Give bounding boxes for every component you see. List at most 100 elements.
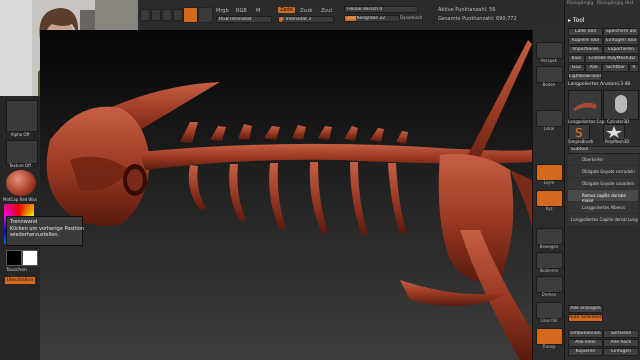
m-toggle[interactable]: M xyxy=(256,8,260,14)
zadd-toggle[interactable]: Zadd xyxy=(278,7,295,13)
focal-shift-slider[interactable]: Fokale Versch 0 xyxy=(344,6,418,13)
shelf-label: Bewegen xyxy=(539,244,559,249)
primary-color-swatch[interactable] xyxy=(6,250,22,266)
simplebrush-thumbnail[interactable]: S xyxy=(568,124,590,140)
texture-thumbnail[interactable] xyxy=(6,140,38,164)
material-sphere-icon[interactable] xyxy=(6,170,36,196)
brush-icon[interactable] xyxy=(183,7,198,23)
shelf-label: Linie füll xyxy=(540,318,558,323)
draw-button[interactable] xyxy=(151,9,161,21)
swap-colors-label[interactable]: Tauschen xyxy=(6,268,27,273)
texture-label: Texture Off xyxy=(9,163,31,168)
shelf-label: Boden xyxy=(542,82,556,87)
transp-button[interactable] xyxy=(536,328,563,345)
edit-button[interactable] xyxy=(140,9,150,21)
simplebrush-icon: S xyxy=(575,126,583,140)
undo-history-label[interactable]: Rückgängig Hist xyxy=(597,1,633,6)
dynamic-toggle[interactable]: Dynamisch xyxy=(400,15,422,20)
polyframe-button[interactable] xyxy=(536,302,563,319)
floor-button[interactable] xyxy=(536,66,563,83)
subtool-row[interactable]: Oberkiefer xyxy=(568,154,638,165)
move-button[interactable] xyxy=(162,9,172,21)
tool-thumbnail[interactable] xyxy=(568,90,602,120)
mrgb-toggle[interactable]: Mrgb xyxy=(216,8,229,14)
import-button[interactable]: Importieren xyxy=(568,46,603,54)
make-polymesh-button[interactable]: Erstelle PolyMesh3D xyxy=(585,55,639,63)
polymesh-thumbnail[interactable] xyxy=(603,124,625,140)
xyz-button[interactable] xyxy=(536,190,563,207)
load-tool-button[interactable]: Lade Tool xyxy=(568,28,603,36)
shelf-label: Lokal xyxy=(543,126,555,131)
rgb-intensity-slider[interactable]: RGB Intensität xyxy=(216,16,272,23)
scale-view-button[interactable] xyxy=(536,252,563,269)
copy-button[interactable]: Kopieren xyxy=(568,348,603,356)
paste-button[interactable]: Einfügen xyxy=(603,348,639,356)
stroke-icon[interactable] xyxy=(198,7,213,23)
save-as-button[interactable]: Speichern als xyxy=(603,28,639,36)
scale-button[interactable] xyxy=(173,9,183,21)
tool-palette: Rückgängig Rückgängig Hist ▸ Tool Lade T… xyxy=(564,0,640,360)
zsub-toggle[interactable]: Zsub xyxy=(300,8,312,14)
paste-tool-button[interactable]: Einfügen Tool xyxy=(603,37,639,45)
active-points-readout: Aktive Punktanzahl: 56 xyxy=(438,7,496,13)
all-low-button[interactable]: Alle klein xyxy=(568,339,603,347)
draw-size-slider[interactable]: Zeichengröße 22 xyxy=(344,15,400,22)
visible-button[interactable]: Sichtbar xyxy=(602,64,629,72)
thumb-label: PolyMesh3D xyxy=(605,139,630,144)
viewport-canvas[interactable] xyxy=(40,30,532,360)
cylinder-thumbnail[interactable] xyxy=(603,90,639,120)
star-icon xyxy=(606,126,622,138)
lightbox-tools-button[interactable]: Lightbox▸Tools xyxy=(568,73,602,81)
export-button[interactable]: Exportieren xyxy=(603,46,639,54)
subtool-list: Oberkiefer Obligate Goyote cerradeln Obl… xyxy=(568,154,638,230)
rotate-view-button[interactable] xyxy=(536,276,563,293)
skeleton-thumb-icon xyxy=(573,102,597,111)
goz-button[interactable]: GoZ xyxy=(568,64,585,72)
rename-button[interactable]: Umbenennen xyxy=(568,330,603,338)
svg-text:S: S xyxy=(575,126,583,139)
subtool-row-selected[interactable]: Remus capille dorsale major xyxy=(568,190,638,203)
z-intensity-slider[interactable]: Z Intensität 3 xyxy=(278,16,334,23)
palette-header[interactable]: ▸ Tool xyxy=(568,17,585,24)
alpha-label: Alpha Off xyxy=(10,132,30,137)
sort-button[interactable]: Sortieren xyxy=(603,330,639,338)
current-tool-label: Langpoliertes Anatomi.3 48 xyxy=(568,82,631,87)
material-label: MatCap Red Wax xyxy=(3,197,37,202)
all-button[interactable]: Alle xyxy=(585,64,602,72)
subtool-row[interactable]: Obligate Goyote cavadeln xyxy=(568,178,638,189)
shelf-label: Lsym xyxy=(543,180,555,185)
local-button[interactable] xyxy=(536,110,563,127)
subtool-row[interactable]: Obligate Goyote cerradeln xyxy=(568,166,638,177)
alpha-thumbnail[interactable] xyxy=(6,100,38,132)
move-view-button[interactable] xyxy=(536,228,563,245)
switch-color-button[interactable]: Umschalten xyxy=(5,277,35,284)
clone-button[interactable]: Klon xyxy=(568,55,585,63)
rgb-toggle[interactable]: RGB xyxy=(236,8,247,14)
zcut-toggle[interactable]: Zcut xyxy=(321,8,332,14)
secondary-color-swatch[interactable] xyxy=(22,250,38,266)
top-toolbar: Mrgb RGB M RGB Intensität Zadd Zsub Zcut… xyxy=(138,0,564,31)
subtool-row[interactable]: Langpoliertes Capille dorsal Lung xyxy=(568,214,638,225)
shelf-label: Xyz xyxy=(545,206,553,211)
total-points-readout: Gesamte Punktanzahl: 690,772 xyxy=(438,16,517,22)
tooltip-line: wiederherzustellen. xyxy=(10,232,60,238)
right-shelf: Perspek Boden Lokal Lsym Xyz Bewegen Ska… xyxy=(532,30,565,360)
perspective-button[interactable] xyxy=(536,42,563,59)
lsym-button[interactable] xyxy=(536,164,563,181)
shelf-label: Perspek xyxy=(541,58,557,63)
auto-collapse-button[interactable]: Auto Schließen xyxy=(568,314,603,322)
cylinder-icon xyxy=(615,95,627,113)
thumb-label: SimpleBrush xyxy=(568,139,594,144)
subtool-header[interactable]: Subtool xyxy=(568,146,640,154)
skeleton-model xyxy=(46,40,532,360)
shelf-label: Drehen xyxy=(541,292,557,297)
r-button[interactable]: R xyxy=(629,64,639,72)
show-all-button[interactable]: Alle anzeigen xyxy=(568,305,603,313)
undo-label[interactable]: Rückgängig xyxy=(567,1,593,6)
shelf-label: Skalieren xyxy=(539,268,559,273)
copy-tool-button[interactable]: Kopiere Tool xyxy=(568,37,603,45)
subtool-row[interactable]: Langpoliertes Albercs xyxy=(568,202,638,213)
tooltip: Trennwand Klicken um vorherige Position … xyxy=(6,216,84,246)
all-high-button[interactable]: Alle hoch xyxy=(603,339,639,347)
shelf-label: Transp xyxy=(542,344,556,349)
